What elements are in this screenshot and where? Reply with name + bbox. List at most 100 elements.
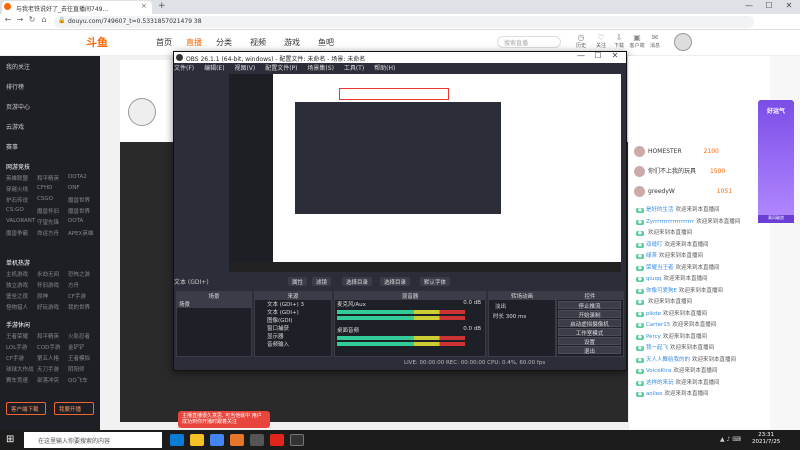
sidebar-game-link[interactable]: 怀旧游戏 bbox=[37, 281, 59, 289]
client-button[interactable]: ▣ 客户端 bbox=[628, 33, 646, 49]
sidebar-game-link[interactable]: DNF bbox=[68, 185, 80, 191]
source-item[interactable]: 显示器 bbox=[255, 332, 331, 340]
nav-games[interactable]: 游戏 bbox=[284, 37, 300, 49]
obs-minimize-button[interactable]: — bbox=[572, 51, 590, 60]
tab-close-icon[interactable]: × bbox=[141, 2, 147, 10]
obs-taskbar-icon[interactable] bbox=[290, 434, 304, 446]
sidebar-game-link[interactable]: 守望先锋 bbox=[37, 218, 59, 226]
studio-mode-button[interactable]: 工作室模式 bbox=[558, 328, 621, 337]
sidebar-game-link[interactable]: 魔兽世界 bbox=[68, 207, 90, 215]
transition-duration[interactable]: 时长 300 ms bbox=[489, 312, 555, 320]
chat-username[interactable]: Percy bbox=[646, 334, 661, 340]
obs-properties-button[interactable]: 属性 bbox=[288, 277, 308, 286]
chat-username[interactable]: VoiceKira bbox=[646, 368, 671, 374]
obs-preview[interactable] bbox=[229, 74, 621, 272]
transition-select[interactable]: 淡出 bbox=[489, 302, 555, 310]
sidebar-game-link[interactable]: 魔兽争霸 bbox=[6, 229, 28, 237]
settings-button[interactable]: 设置 bbox=[558, 337, 621, 346]
sidebar-game-link[interactable]: 赛车竞速 bbox=[6, 376, 28, 384]
chat-username[interactable]: Zyrrrrrrrrrrrrrrrrrrr bbox=[646, 219, 694, 225]
sidebar-game-link[interactable]: 独立游戏 bbox=[6, 281, 28, 289]
sidebar-game-link[interactable]: CF手游 bbox=[6, 354, 24, 362]
source-item[interactable]: 图像(GDI) bbox=[255, 316, 331, 324]
menu-help[interactable]: 帮助(H) bbox=[374, 65, 395, 72]
sidebar-game-link[interactable]: 方舟 bbox=[68, 281, 79, 289]
sidebar-game-link[interactable]: 球球大作战 bbox=[6, 365, 34, 373]
close-window-button[interactable]: ✕ bbox=[780, 1, 798, 10]
source-item[interactable]: 音频输入 bbox=[255, 340, 331, 348]
app-icon[interactable] bbox=[230, 434, 244, 446]
sidebar-game-link[interactable]: 怪物猎人 bbox=[6, 303, 28, 311]
chat-username[interactable]: pikde bbox=[646, 311, 661, 317]
browser-tab[interactable]: 与我老铁说好了_去往直播间749... bbox=[2, 1, 152, 14]
sidebar-game-link[interactable]: 第五人格 bbox=[37, 354, 59, 362]
sidebar-game-link[interactable]: 魔兽世界 bbox=[68, 196, 90, 204]
sidebar-game-link[interactable]: 我的世界 bbox=[68, 303, 90, 311]
chat-username[interactable]: Carter15 bbox=[646, 322, 670, 328]
virtual-camera-button[interactable]: 启动虚拟摄像机 bbox=[558, 319, 621, 328]
sidebar-game-link[interactable]: APEX英雄 bbox=[68, 229, 93, 237]
stop-streaming-button[interactable]: 停止推流 bbox=[558, 301, 621, 310]
sidebar-game-link[interactable]: 火影忍者 bbox=[68, 332, 90, 340]
nav-live[interactable]: 直播 bbox=[186, 37, 202, 49]
sidebar-game-link[interactable]: VALORANT bbox=[6, 218, 35, 224]
chat-username[interactable]: 荣耀当王者 bbox=[646, 265, 674, 271]
sidebar-item-webgame[interactable]: 页游中心 bbox=[6, 102, 30, 111]
obs-font-button[interactable]: 默认字体 bbox=[420, 277, 451, 286]
sidebar-game-link[interactable]: 命运方舟 bbox=[37, 229, 59, 237]
reload-icon[interactable]: ↻ bbox=[26, 15, 38, 24]
message-button[interactable]: ✉ 消息 bbox=[646, 33, 664, 49]
sidebar-game-link[interactable]: DOTA bbox=[68, 218, 83, 224]
sidebar-game-link[interactable]: 阴阳师 bbox=[68, 365, 85, 373]
follow-button[interactable]: ♡ 关注 bbox=[592, 33, 610, 49]
menu-file[interactable]: 文件(F) bbox=[174, 65, 194, 72]
menu-scenes[interactable]: 场景集(S) bbox=[307, 65, 334, 72]
taskbar-search-input[interactable]: 在这里输入你要搜索的内容 bbox=[24, 432, 162, 448]
sidebar-game-link[interactable]: 金铲铲 bbox=[68, 343, 85, 351]
source-item[interactable]: 文本 (GDI+) bbox=[255, 308, 331, 316]
sidebar-game-link[interactable]: 好玩游戏 bbox=[37, 303, 59, 311]
sidebar-game-link[interactable]: CS:GO bbox=[6, 207, 24, 213]
sidebar-item-cloudgame[interactable]: 云游戏 bbox=[6, 122, 24, 131]
url-input[interactable]: douyu.com/749607_t=0.5331857021479 38 bbox=[54, 16, 754, 28]
promo-sub[interactable]: 乘风破浪 bbox=[758, 215, 794, 223]
sidebar-game-link[interactable]: 魔兽怀旧 bbox=[37, 207, 59, 215]
streamer-avatar[interactable] bbox=[128, 98, 156, 126]
chrome-icon[interactable] bbox=[210, 434, 224, 446]
menu-edit[interactable]: 编辑(E) bbox=[204, 65, 224, 72]
promo-banner[interactable]: 好运气 bbox=[758, 100, 794, 220]
notice-toast[interactable]: 主播直播很久意思, 可当他就中 用户成功到你开播时跟着关注 bbox=[178, 411, 270, 428]
obs-dir-button-2[interactable]: 选择目录 bbox=[380, 277, 411, 286]
sidebar-game-link[interactable]: 部落冲突 bbox=[37, 376, 59, 384]
obs-close-button[interactable]: ✕ bbox=[606, 51, 624, 60]
download-client-button[interactable]: 客户端下载 bbox=[6, 402, 46, 415]
forward-icon[interactable]: → bbox=[14, 15, 26, 24]
explorer-icon[interactable] bbox=[190, 434, 204, 446]
sidebar-game-link[interactable]: CF手游 bbox=[68, 292, 86, 300]
menu-profile[interactable]: 配置文件(P) bbox=[265, 65, 297, 72]
douyu-icon[interactable] bbox=[270, 434, 284, 446]
sidebar-game-link[interactable]: 原神 bbox=[37, 292, 48, 300]
chat-username[interactable]: aoliee bbox=[646, 391, 663, 397]
source-item[interactable]: 文本 (GDI+) 3 bbox=[255, 300, 331, 308]
maximize-button[interactable]: ☐ bbox=[760, 1, 778, 10]
sidebar-game-link[interactable]: 主机游戏 bbox=[6, 270, 28, 278]
sidebar-game-link[interactable]: 和平精英 bbox=[37, 332, 59, 340]
sidebar-game-link[interactable]: 天刀手游 bbox=[37, 365, 59, 373]
sidebar-game-link[interactable]: 炉石传说 bbox=[6, 196, 28, 204]
sidebar-game-link[interactable]: 恐怖之游 bbox=[68, 270, 90, 278]
search-input[interactable]: 搜索直播 bbox=[497, 36, 561, 48]
tray-icons[interactable]: ▲ ♪ ⌨ bbox=[720, 436, 741, 443]
obs-maximize-button[interactable]: ☐ bbox=[589, 51, 607, 60]
sidebar-game-link[interactable]: 永劫无间 bbox=[37, 270, 59, 278]
chat-username[interactable]: 你像可爱狗E bbox=[646, 288, 677, 294]
nav-category[interactable]: 分类 bbox=[216, 37, 232, 49]
menu-view[interactable]: 视图(V) bbox=[234, 65, 255, 72]
sidebar-game-link[interactable]: 英雄联盟 bbox=[6, 174, 28, 182]
sidebar-game-link[interactable]: 王者荣耀 bbox=[6, 332, 28, 340]
sidebar-game-link[interactable]: 堡垒之夜 bbox=[6, 292, 28, 300]
chat-username[interactable]: 天人人舞给我的的 bbox=[646, 357, 690, 363]
scene-item[interactable]: 场景 bbox=[177, 300, 251, 308]
rank-row[interactable]: greedyW 1051 bbox=[634, 186, 732, 198]
rank-row[interactable]: HOMESTER 2100 bbox=[634, 146, 719, 158]
